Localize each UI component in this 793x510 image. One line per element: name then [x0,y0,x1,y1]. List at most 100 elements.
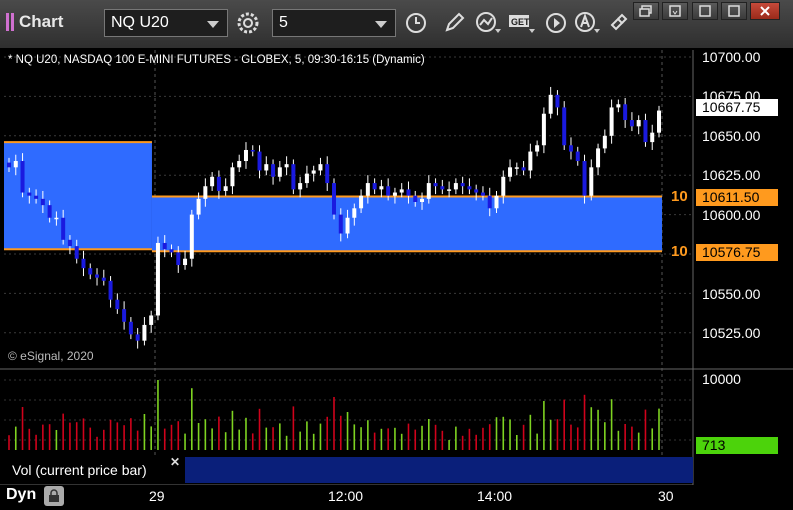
candle-body [264,164,269,171]
candle-body [223,186,228,191]
candle-body [589,167,594,196]
candle-body [582,161,587,196]
candle-body [298,183,303,190]
candle-body [372,183,377,190]
dynamic-label[interactable]: Dyn [6,486,36,504]
candle-body [548,94,553,114]
x-tick-label: 14:00 [477,488,513,504]
candle-body [623,104,628,121]
candle-body [433,183,438,187]
candle-body [514,167,519,169]
candle-body [128,321,133,335]
candle-body [135,334,140,341]
candle-body [609,107,614,136]
candle-body [399,189,404,193]
level-tag-label: 10 [671,188,688,205]
candle-body [230,167,235,187]
candle-body [13,161,18,168]
candle-body [250,149,255,152]
candle-body [318,164,323,171]
candle-body [413,195,418,202]
candle-body [657,110,661,133]
candle-body [643,120,648,143]
candle-body [386,186,391,196]
level-tag-label: 10 [671,243,688,260]
candle-body [7,162,11,168]
candle-body [480,192,485,196]
candle-body [210,176,215,187]
candle-body [74,246,79,259]
chart-window: Chart NQ U20 5 GET * NQ U20, NASDAQ 100 … [0,0,793,510]
candle-body [650,132,655,143]
candle-body [636,120,641,127]
x-axis [0,485,793,510]
lock-icon[interactable] [44,486,64,506]
candle-body [142,324,147,341]
candle-body [149,315,154,325]
candle-body [359,195,364,209]
candle-body [155,242,160,316]
candle-body [528,151,533,171]
candle-body [115,299,120,310]
candle-body [379,186,384,190]
candle-body [406,189,411,196]
candle-body [345,217,350,234]
y-tick-label: 10700.00 [702,49,761,65]
candle-body [616,104,621,108]
candle-body [365,183,370,196]
candle-body [176,252,181,266]
y-tick-label: 10550.00 [702,286,761,302]
candle-body [487,195,492,209]
candle-body [284,164,289,168]
candle-body [447,189,452,191]
candle-body [34,195,39,199]
candle-body [277,167,282,177]
candle-body [521,167,526,171]
candle-body [27,192,32,196]
candle-body [108,280,113,300]
candle-body [20,161,25,193]
candle-body [162,242,167,250]
candle-body [67,239,72,247]
candle-body [196,198,201,215]
candle-body [332,183,336,215]
candle-body [562,107,567,146]
candle-body [568,145,573,152]
candle-body [88,268,93,275]
x-tick-label: 29 [149,488,165,504]
volume-study-label[interactable]: Vol (current price bar) [4,457,184,483]
candle-body [392,192,397,196]
support-resistance-zone [4,142,152,250]
candle-body [541,113,546,146]
support-resistance-zone [151,196,663,252]
candle-body [325,164,330,184]
candle-body [352,208,357,218]
candle-body [338,214,343,234]
candle-body [311,170,316,174]
candle-body [420,198,425,202]
candle-body [95,274,100,278]
chart-description: * NQ U20, NASDAQ 100 E-MINI FUTURES - GL… [8,54,425,66]
close-icon[interactable]: ✕ [170,455,180,469]
y-tick-label: 10600.00 [702,207,761,223]
candle-body [183,258,188,266]
candle-body [508,167,513,177]
level-price-tag: 10611.50 [696,189,778,206]
volume-current-tag: 713 [696,437,778,454]
candle-body [602,135,607,149]
candle-body [575,151,580,162]
candle-body [237,161,242,168]
candle-body [453,183,458,190]
y-tick-label: 10525.00 [702,325,761,341]
candle-body [101,277,106,281]
y-tick-label: 10625.00 [702,167,761,183]
candle-body [467,186,472,190]
y-tick-label: 10650.00 [702,128,761,144]
candle-body [304,173,309,184]
candle-body [440,186,445,190]
candle-body [629,120,634,127]
candle-body [291,164,296,190]
level-price-tag: 10576.75 [696,244,778,261]
candle-body [122,309,127,322]
candle-body [474,189,479,193]
